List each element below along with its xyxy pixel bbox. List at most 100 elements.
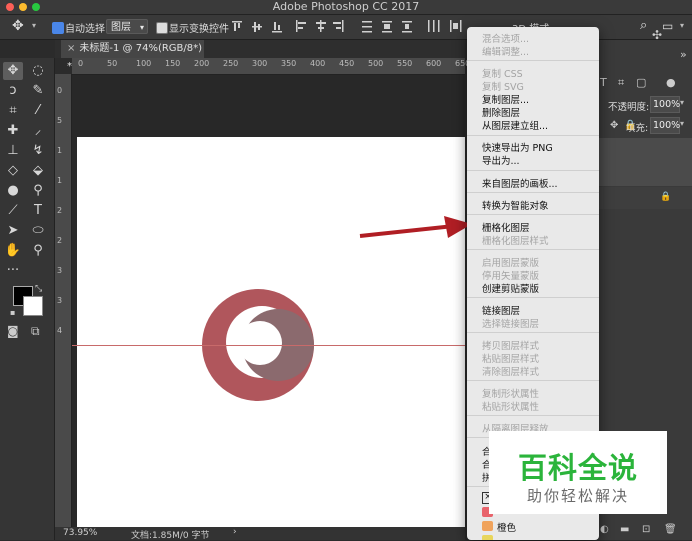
menu-item-link-layers[interactable]: 链接图层 [482,303,520,317]
ruler-tick-label: 450 [339,59,355,68]
menu-item-orange[interactable]: 橙色 [497,520,516,534]
swap-colors-icon[interactable]: ⤡ [35,284,42,294]
ruler-tick-label: 2 [57,206,63,215]
ruler-tick-label: 600 [426,59,442,68]
quick-mask-icon[interactable]: ◙ [7,324,19,338]
ruler-tick-label: 200 [194,59,210,68]
paint-bucket-icon[interactable]: ⬙ [28,162,48,180]
healing-brush-icon[interactable]: ✚ [3,122,23,140]
document-tab[interactable]: × 未标题-1 @ 74%(RGB/8*) * [61,40,204,72]
menu-item-copy-shape-attributes: 复制形状属性 [482,389,540,400]
delete-layer-icon[interactable]: 🗑 [664,524,677,535]
menu-item-duplicate-layer[interactable]: 复制图层... [482,92,529,106]
watermark-main-text: 百科全说 [517,451,638,485]
yellow-swatch[interactable] [482,535,493,540]
menu-item-blending-options: 混合选项... [482,34,530,45]
screen-mode-icon[interactable]: ⧉ [31,324,40,339]
chevron-down-icon: ▾ [139,23,144,32]
layer-row-selected[interactable] [598,138,692,186]
default-colors-icon[interactable]: ▪ [10,308,15,317]
ruler-tick-label: 5 [57,116,63,125]
menu-item-quick-export-png[interactable]: 快速导出为 PNG [482,140,553,154]
orange-swatch[interactable] [482,521,493,531]
layer-row-background[interactable]: 🔒 [598,187,692,209]
menu-item-copy-layer-style: 拷贝图层样式 [482,341,540,352]
horizontal-guide-line[interactable] [72,345,465,346]
eyedropper-tool-icon[interactable]: ⁄ [28,102,48,120]
menu-item-paste-shape-attributes: 粘贴形状属性 [482,402,540,413]
menu-item-delete-layer[interactable]: 删除图层 [482,105,520,119]
quick-select-tool-icon[interactable]: ✎ [28,82,48,100]
more-tools-icon[interactable]: ··· [3,262,23,280]
ruler-tick-label: 400 [310,59,326,68]
zoom-tool-icon[interactable]: ⚲ [28,242,48,260]
ruler-tick-label: 150 [165,59,181,68]
new-group-icon[interactable]: ▬ [620,524,629,535]
menu-item-export-as[interactable]: 导出为... [482,153,520,167]
stamp-tool-icon[interactable]: ⊥ [3,142,23,160]
menu-item-convert-smart-object[interactable]: 转换为智能对象 [482,198,549,212]
auto-select-dropdown[interactable]: 图层 ▾ [106,19,148,34]
opacity-value[interactable]: 100% [650,96,680,113]
chevron-down-icon[interactable]: ▾ [680,119,684,128]
menu-item-rasterize-layer[interactable]: 栅格化图层 [482,220,530,234]
hand-tool-icon[interactable]: ✋ [3,242,23,260]
ruler-tick-label: 3 [57,296,63,305]
ruler-tick-label: 4 [57,326,63,335]
align-distribute-icons[interactable] [232,20,472,34]
brush-tool-icon[interactable]: ⸝ [28,122,48,140]
ruler-tick-label: 550 [397,59,413,68]
menu-item-group-from-layers[interactable]: 从图层建立组... [482,118,548,132]
ruler-tick-label: 3 [57,266,63,275]
zoom-level[interactable]: 73.95% [63,528,97,538]
menu-item-edit-adjustment: 编辑调整... [482,47,530,58]
type-tool-icon[interactable]: T [28,202,48,220]
move-tool-icon[interactable]: ✥ [3,62,23,80]
adjustment-layer-icon[interactable]: ◐ [600,524,609,535]
search-icon[interactable]: ⌕ [640,18,647,33]
background-color-swatch[interactable] [23,296,43,316]
share-icon[interactable]: ✣ [652,28,662,42]
filter-toggle-icon[interactable]: ● [666,76,676,89]
fill-value[interactable]: 100% [650,117,680,134]
eraser-tool-icon[interactable]: ◇ [3,162,23,180]
marquee-tool-icon[interactable]: ◌ [28,62,48,80]
menu-item-clear-layer-style: 清除图层样式 [482,367,540,378]
filter-shape-icon[interactable]: ⌗ [618,76,624,90]
blur-tool-icon[interactable]: ● [3,182,23,200]
fill-label: 填充: [626,123,649,134]
menu-item-create-clipping-mask[interactable]: 创建剪贴蒙版 [482,281,539,295]
ruler-tick-label: 250 [223,59,239,68]
menu-item-enable-layer-mask: 启用图层蒙版 [482,258,540,269]
lasso-tool-icon[interactable]: ↄ [3,82,23,100]
chevron-down-icon[interactable]: ▾ [680,21,684,30]
workspace-icon[interactable]: ▭ [662,19,673,33]
close-tab-icon[interactable]: × [67,43,75,54]
panel-menu-icon[interactable]: » [680,48,687,61]
history-brush-icon[interactable]: ↯ [28,142,48,160]
ruler-tick-label: 1 [57,146,63,155]
chevron-right-icon[interactable]: › [233,527,237,537]
menu-item-select-linked-layers: 选择链接图层 [482,319,540,330]
ruler-tick-label: 0 [57,86,63,95]
chevron-down-icon[interactable]: ▾ [32,21,36,30]
new-layer-icon[interactable]: ⊡ [642,524,650,535]
auto-select-value: 图层 [111,22,131,33]
pen-tool-icon[interactable]: ⟋ [3,202,23,220]
tools-panel: ✥ ◌ ↄ ✎ ⌗ ⁄ ✚ ⸝ ⊥ ↯ ◇ ⬙ ● ⚲ ⟋ T ➤ ⬭ ✋ ⚲ … [0,58,55,540]
move-tool-icon[interactable]: ✥ [12,18,24,34]
dodge-tool-icon[interactable]: ⚲ [28,182,48,200]
menu-item-artboard-from-layers[interactable]: 来自图层的画板... [482,176,558,190]
filter-smart-icon[interactable]: ▢ [636,76,646,89]
menu-item-copy-css: 复制 CSS [482,69,523,80]
chevron-down-icon[interactable]: ▾ [680,98,684,107]
ellipse-tool-icon[interactable]: ⬭ [28,222,48,240]
ruler-tick-label: 1 [57,176,63,185]
filter-type-icon[interactable]: T [600,76,607,89]
status-bar: 73.95% 文档:1.85M/0 字节 › [55,527,465,541]
annotation-arrow [359,216,472,238]
watermark-sub-text: 助你轻松解决 [526,487,629,505]
crop-tool-icon[interactable]: ⌗ [3,102,23,120]
lock-pixels-icon[interactable]: ✥ [610,120,618,131]
path-select-icon[interactable]: ➤ [3,222,23,240]
